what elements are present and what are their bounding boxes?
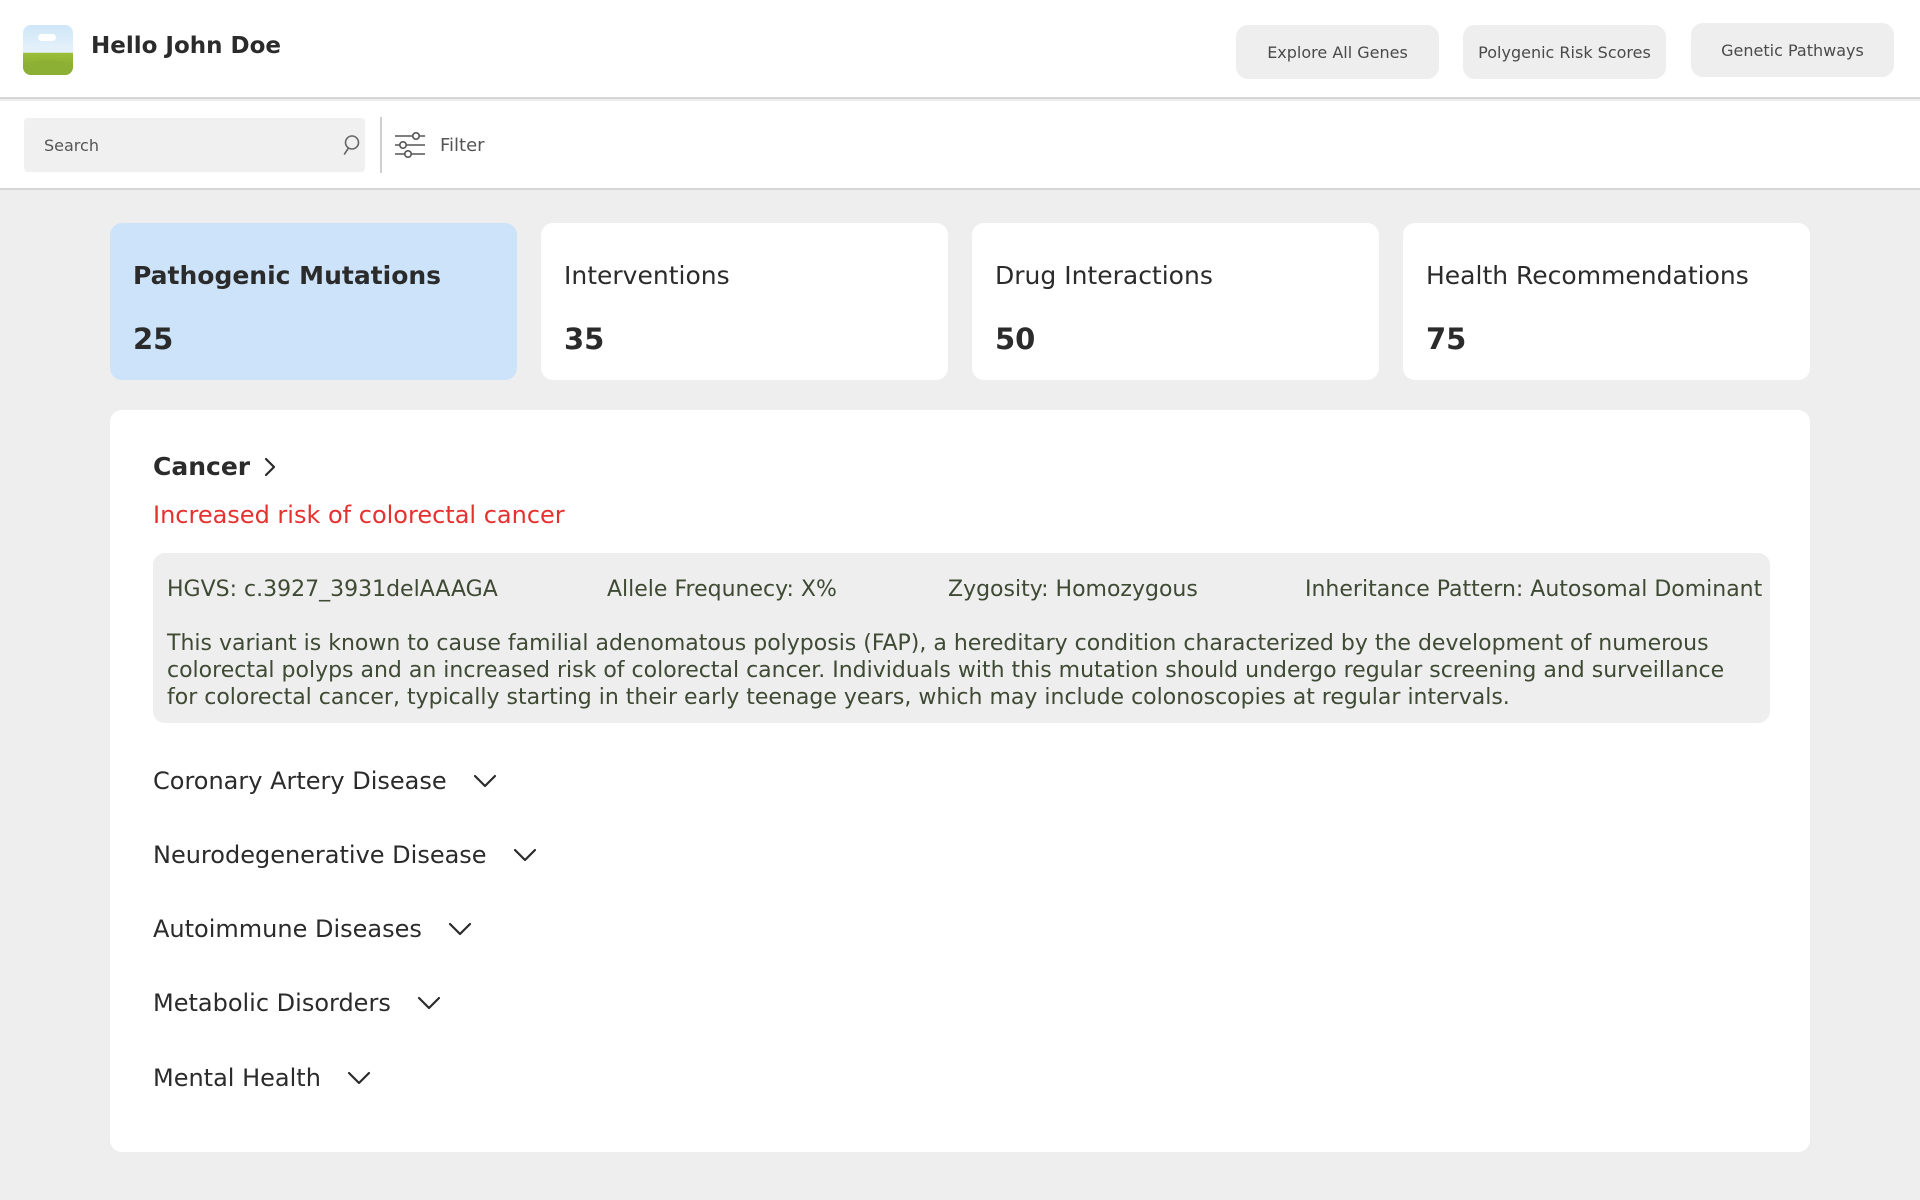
stat-card-health-recommendations[interactable]: Health Recommendations 75 [1403, 223, 1810, 380]
stat-card-label: Health Recommendations [1426, 261, 1749, 290]
filter-label: Filter [440, 134, 485, 156]
category-title: Cancer [153, 452, 251, 481]
category-label: Mental Health [153, 1064, 321, 1092]
avatar-hill [23, 60, 73, 75]
chevron-right-icon [265, 457, 276, 476]
inheritance-pattern-value: Inheritance Pattern: Autosomal Dominant [1305, 577, 1763, 602]
stat-card-value: 25 [133, 322, 174, 356]
explore-all-genes-button[interactable]: Explore All Genes [1236, 25, 1439, 79]
toolbar: Filter [0, 101, 1920, 190]
stat-card-label: Pathogenic Mutations [133, 261, 442, 290]
stat-card-drug-interactions[interactable]: Drug Interactions 50 [972, 223, 1379, 380]
category-metabolic-disorders[interactable]: Metabolic Disorders [153, 989, 441, 1017]
genetic-pathways-button[interactable]: Genetic Pathways [1691, 23, 1894, 77]
allele-frequency-value: Allele Frequnecy: X% [607, 577, 837, 602]
category-cancer-header[interactable]: Cancer [153, 452, 278, 481]
stat-card-label: Drug Interactions [995, 261, 1213, 290]
greeting-title: Hello John Doe [91, 33, 282, 59]
search-icon[interactable] [342, 134, 364, 156]
stat-card-interventions[interactable]: Interventions 35 [541, 223, 948, 380]
chevron-down-icon [473, 774, 496, 788]
category-label: Neurodegenerative Disease [153, 841, 487, 869]
chevron-down-icon [513, 848, 536, 862]
stat-card-pathogenic-mutations[interactable]: Pathogenic Mutations 25 [110, 223, 517, 380]
variant-description: This variant is known to cause familial … [167, 631, 1725, 710]
filter-button[interactable]: Filter [394, 123, 485, 167]
mutations-panel: Cancer Increased risk of colorectal canc… [110, 410, 1810, 1152]
sliders-icon [395, 131, 425, 158]
avatar[interactable] [23, 25, 73, 75]
chevron-down-icon [417, 996, 440, 1010]
polygenic-risk-scores-button[interactable]: Polygenic Risk Scores [1463, 25, 1666, 79]
risk-summary: Increased risk of colorectal cancer [153, 501, 565, 529]
hgvs-value: HGVS: c.3927_3931delAAAGA [167, 577, 498, 602]
chevron-down-icon [448, 922, 471, 936]
category-neurodegenerative-disease[interactable]: Neurodegenerative Disease [153, 841, 537, 869]
toolbar-divider [380, 117, 382, 173]
zygosity-value: Zygosity: Homozygous [948, 577, 1198, 602]
top-header: Hello John Doe Explore All Genes Polygen… [0, 0, 1920, 99]
category-coronary-artery-disease[interactable]: Coronary Artery Disease [153, 767, 497, 795]
chevron-down-icon [347, 1071, 371, 1085]
category-mental-health[interactable]: Mental Health [153, 1064, 371, 1092]
search-input[interactable] [44, 118, 314, 172]
category-label: Metabolic Disorders [153, 989, 391, 1017]
category-label: Coronary Artery Disease [153, 767, 447, 795]
variant-details: HGVS: c.3927_3931delAAAGA Allele Frequne… [153, 553, 1770, 723]
stat-card-value: 75 [1426, 322, 1467, 356]
category-label: Autoimmune Diseases [153, 915, 422, 943]
stat-card-label: Interventions [564, 261, 730, 290]
stat-card-value: 50 [995, 322, 1036, 356]
stat-card-value: 35 [564, 322, 605, 356]
avatar-cloud [38, 34, 56, 41]
search-box [24, 118, 365, 172]
category-autoimmune-diseases[interactable]: Autoimmune Diseases [153, 915, 472, 943]
